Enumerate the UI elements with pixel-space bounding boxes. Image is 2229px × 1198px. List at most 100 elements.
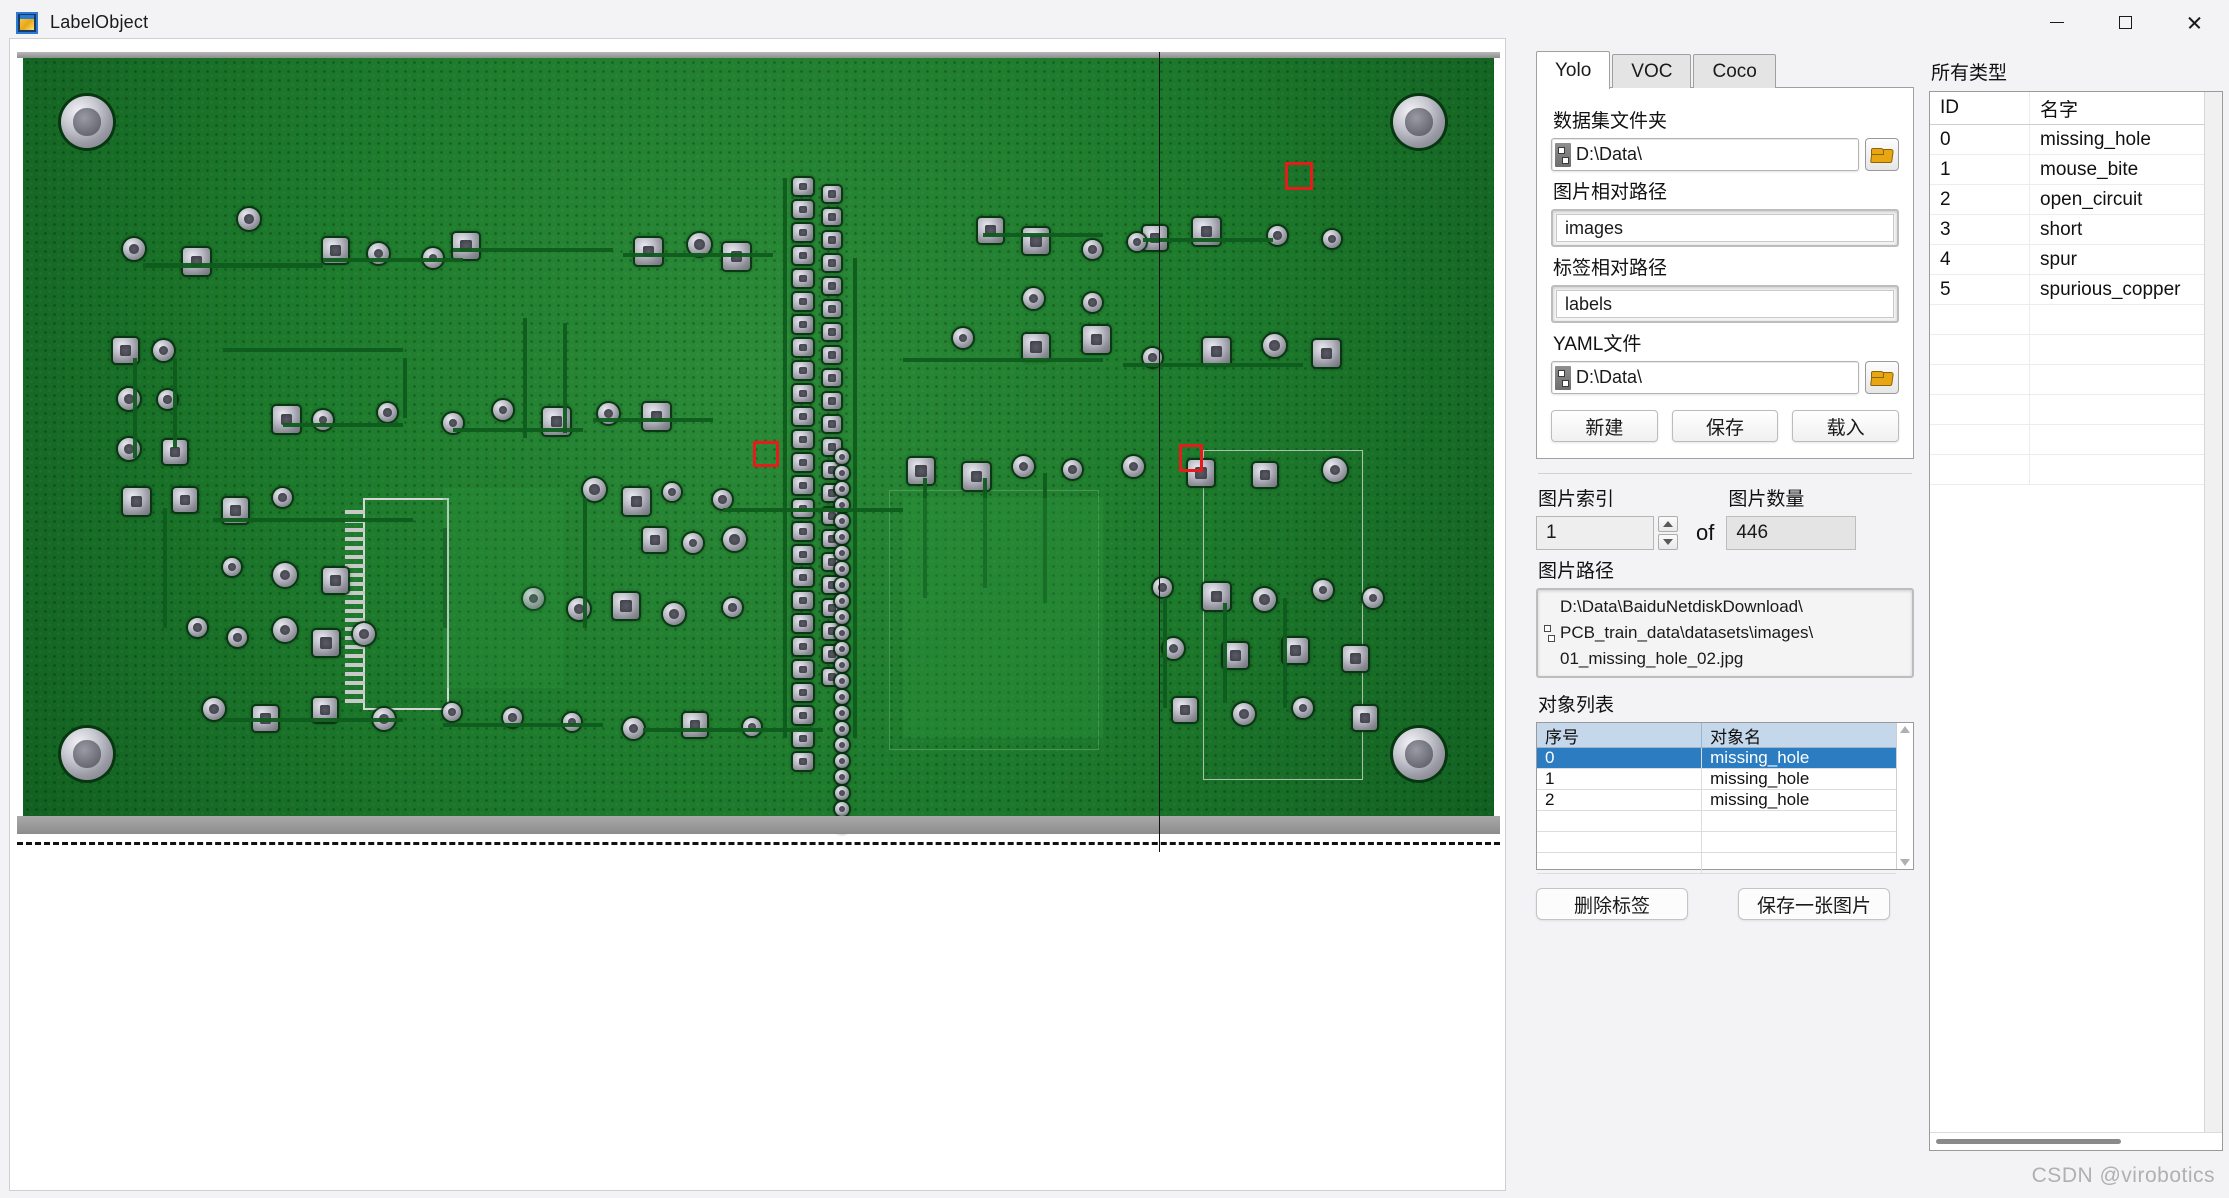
image-count-label: 图片数量 <box>1728 489 1805 510</box>
table-row[interactable]: 5 spurious_copper <box>1930 275 2204 305</box>
pcb-pad <box>823 278 841 294</box>
yaml-file-value: D:\Data\ <box>1576 367 1643 387</box>
dataset-folder-input[interactable]: D:\Data\ <box>1551 138 1859 171</box>
pcb-image[interactable] <box>17 52 1500 852</box>
class-id-cell: 3 <box>1930 215 2030 244</box>
table-row[interactable]: 1 missing_hole <box>1537 769 1896 790</box>
image-path-line-3: 01_missing_hole_02.jpg <box>1560 649 1744 668</box>
table-row[interactable] <box>1930 395 2204 425</box>
minimize-button[interactable] <box>2022 0 2091 45</box>
class-name-cell <box>2030 365 2204 394</box>
pcb-pad <box>835 754 849 768</box>
pcb-pad <box>1323 458 1347 482</box>
pcb-pad <box>793 707 813 724</box>
object-index-cell: 1 <box>1537 769 1703 789</box>
object-list-scrollbar[interactable] <box>1896 723 1913 869</box>
object-name-cell <box>1702 832 1896 852</box>
pcb-pad <box>835 450 849 464</box>
class-list-vertical-scrollbar[interactable] <box>2204 92 2222 1132</box>
pcb-pad <box>713 490 732 509</box>
table-row[interactable] <box>1537 811 1896 832</box>
save-one-image-button[interactable]: 保存一张图片 <box>1738 888 1890 920</box>
scroll-down-icon[interactable] <box>1900 859 1910 866</box>
table-row[interactable] <box>1930 335 2204 365</box>
tab-yolo[interactable]: Yolo <box>1536 51 1611 89</box>
table-row[interactable] <box>1930 455 2204 485</box>
tab-coco[interactable]: Coco <box>1693 54 1776 88</box>
image-index-stepper[interactable]: 1 <box>1536 516 1684 550</box>
image-index-down-button[interactable] <box>1658 534 1678 550</box>
tab-voc[interactable]: VOC <box>1612 54 1692 88</box>
pcb-trace <box>1223 603 1227 703</box>
table-row[interactable] <box>1537 853 1896 874</box>
pcb-pad <box>835 466 849 480</box>
close-button[interactable] <box>2160 0 2229 45</box>
table-row[interactable]: 2 missing_hole <box>1537 790 1896 811</box>
pcb-feature <box>345 681 365 685</box>
maximize-button[interactable] <box>2091 0 2160 45</box>
class-list-hscroll-thumb[interactable] <box>1936 1139 2121 1144</box>
pcb-pad <box>1253 588 1276 611</box>
table-row[interactable] <box>1930 305 2204 335</box>
labels-rel-path-label: 标签相对路径 <box>1553 258 1668 279</box>
pcb-pad <box>793 592 813 609</box>
pcb-pad <box>123 238 145 260</box>
class-id-cell: 0 <box>1930 125 2030 154</box>
pcb-pad <box>793 385 813 402</box>
load-button[interactable]: 载入 <box>1792 410 1900 442</box>
table-row[interactable] <box>1930 365 2204 395</box>
table-row[interactable]: 4 spur <box>1930 245 2204 275</box>
image-path-display[interactable]: D:\Data\BaiduNetdiskDownload\ PCB_train_… <box>1536 588 1914 678</box>
config-panel: Yolo VOC Coco 数据集文件夹 D:\Data\ 图片相对路径 ima… <box>1536 51 1914 1142</box>
image-path-line-1: D:\Data\BaiduNetdiskDownload\ <box>1560 597 1803 616</box>
table-row[interactable]: 0 missing_hole <box>1930 125 2204 155</box>
class-list-rows: 0 missing_hole 1 mouse_bite 2 open_circuit 3 sh… <box>1930 125 2204 485</box>
object-list-label: 对象列表 <box>1538 695 1615 716</box>
image-index-up-button[interactable] <box>1658 516 1678 532</box>
image-annotation-canvas[interactable] <box>9 38 1506 1191</box>
pcb-pad <box>563 713 581 731</box>
object-index-cell <box>1537 832 1703 852</box>
pcb-pad <box>453 233 479 259</box>
pcb-pad <box>1023 288 1044 309</box>
scroll-up-icon[interactable] <box>1900 726 1910 733</box>
object-list-table[interactable]: 序号 对象名 0 missing_hole 1 missing_hole 2 missin… <box>1536 722 1914 874</box>
pcb-pad <box>835 482 849 496</box>
pcb-pad <box>953 328 973 348</box>
pcb-trace <box>1123 363 1303 367</box>
pcb-pad <box>978 218 1003 243</box>
image-index-value[interactable]: 1 <box>1536 516 1654 550</box>
class-name-cell <box>2030 305 2204 334</box>
yaml-file-browse-button[interactable] <box>1865 361 1899 394</box>
class-list-table[interactable]: ID 名字 0 missing_hole 1 mouse_bite 2 open_circ… <box>1929 91 2223 1151</box>
new-button[interactable]: 新建 <box>1551 410 1658 442</box>
dataset-folder-browse-button[interactable] <box>1865 138 1899 171</box>
pcb-trace <box>623 253 773 257</box>
labels-rel-path-input[interactable]: labels <box>1551 285 1899 323</box>
table-row[interactable] <box>1537 832 1896 853</box>
table-row[interactable]: 3 short <box>1930 215 2204 245</box>
pcb-pad <box>61 96 113 148</box>
table-row[interactable]: 0 missing_hole <box>1537 748 1896 769</box>
pcb-pad <box>793 477 813 494</box>
pcb-pad <box>793 224 813 241</box>
images-rel-path-input[interactable]: images <box>1551 209 1899 247</box>
pcb-pad <box>273 406 300 433</box>
class-list-col-name-header: 名字 <box>2040 99 2079 121</box>
pcb-trace <box>1143 238 1273 242</box>
pcb-pad <box>823 232 841 248</box>
table-row[interactable]: 2 open_circuit <box>1930 185 2204 215</box>
pcb-pad <box>723 598 742 617</box>
class-list-horizontal-scrollbar[interactable] <box>1930 1132 2222 1150</box>
pcb-pad <box>663 603 685 625</box>
table-row[interactable] <box>1930 425 2204 455</box>
pcb-pad <box>1263 334 1286 357</box>
delete-label-button[interactable]: 删除标签 <box>1536 888 1688 920</box>
object-index-cell <box>1537 853 1703 873</box>
pcb-pad <box>823 416 841 432</box>
table-row[interactable]: 1 mouse_bite <box>1930 155 2204 185</box>
yaml-file-input[interactable]: D:\Data\ <box>1551 361 1859 394</box>
save-button[interactable]: 保存 <box>1671 410 1779 442</box>
pcb-pad <box>823 370 841 386</box>
pcb-pad <box>493 400 513 420</box>
